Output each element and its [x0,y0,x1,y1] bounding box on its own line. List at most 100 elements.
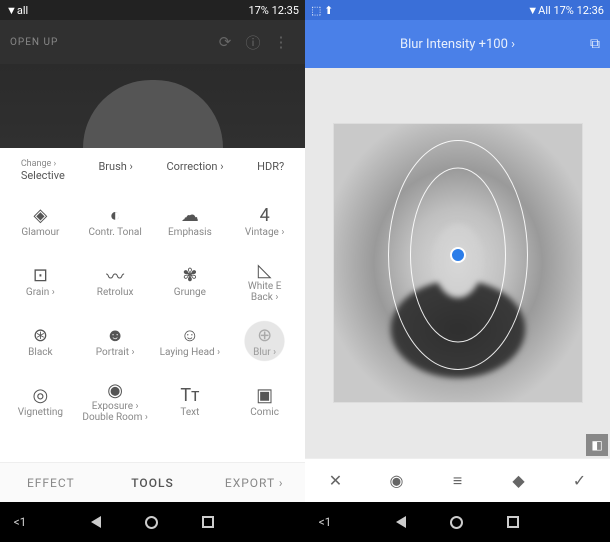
tool-label: Portrait › [96,347,135,358]
nav-counter: <1 [305,515,345,529]
preview-head [83,80,223,148]
tool-icon: ⊡ [33,265,48,287]
android-nav: <1 [305,502,610,542]
tool-correction[interactable]: Correction › [166,160,223,182]
tool-label: Exposure › Double Room › [82,401,147,423]
nav-home-icon[interactable] [145,516,158,529]
nav-counter: <1 [0,515,40,529]
tab-tools[interactable]: TOOLS [102,463,204,502]
tool-label: Emphasis [168,227,212,238]
tool-icon: ☁ [181,205,199,227]
tool-icon: ☻ [106,325,125,347]
editor-header: Blur Intensity +100 › ⧉ [305,20,610,68]
menu-icon[interactable]: ⋮ [267,33,295,51]
photo-preview [0,64,305,148]
tool-label: Text [180,407,199,418]
tool-icon: ▣ [256,385,273,407]
nav-home-icon[interactable] [450,516,463,529]
tool-white[interactable]: ◺White E Back › [228,252,301,310]
tool-label: Black [28,347,52,358]
status-carrier: ▼all [6,4,28,17]
tool-hdr[interactable]: HDR? [257,160,284,182]
tool-label: Retrolux [97,287,134,298]
blur-intensity-label: Blur Intensity +100 › [400,37,515,52]
tool-icon: 4 [260,205,270,227]
left-pane: ▼all 17% 12:35 OPEN UP ⟳ ⓘ ⋮ Change › Se… [0,0,305,542]
layers-icon[interactable]: ⟳ [211,33,239,51]
tool-label: Grain › [26,287,55,298]
upload-icon: ⬚ ⬆ [311,4,333,17]
tool-icon: ◉ [107,379,123,401]
tool-emphasis[interactable]: ☁Emphasis [154,192,227,250]
editor-toolbar: ✕ ◉ ≡ ◆ ✓ [305,458,610,502]
bookmark-icon[interactable]: ◧ [586,434,608,456]
focus-center-handle[interactable] [450,247,466,263]
tool-label: Vignetting [18,407,63,418]
tab-effect[interactable]: EFFECT [0,463,102,502]
tool-label: Contr. Tonal [88,227,141,238]
tool-row-top: Change › Selective Brush › Correction › … [4,154,301,192]
tool-icon: 〰 [106,265,124,287]
tool-label: Grunge [174,287,206,298]
adjust-button[interactable]: ≡ [427,459,488,502]
transition-button[interactable]: ◆ [488,459,549,502]
tool-label: Glamour [21,227,59,238]
info-icon[interactable]: ⓘ [239,32,267,53]
apply-button[interactable]: ✓ [549,459,610,502]
tool-blur[interactable]: ⊕Blur › [228,312,301,370]
right-pane: ⬚ ⬆ ▼All 17% 12:36 Blur Intensity +100 ›… [305,0,610,542]
tool-label: Vintage › [245,227,284,238]
photo[interactable] [333,123,583,403]
tool-brush[interactable]: Brush › [98,160,132,182]
editor-canvas[interactable]: ◧ [305,68,610,458]
status-time: 12:36 [577,4,604,17]
tool-label: Comic [250,407,279,418]
tool-icon: ⊛ [33,325,48,347]
tool-portrait[interactable]: ☻Portrait › [79,312,152,370]
tool-vintage[interactable]: 4Vintage › [228,192,301,250]
tool-vignetting[interactable]: ◎Vignetting [4,372,77,430]
tool-label: Blur › [253,347,276,358]
app-topbar: OPEN UP ⟳ ⓘ ⋮ [0,20,305,64]
nav-recent-icon[interactable] [202,516,214,529]
tab-export[interactable]: EXPORT › [203,463,305,502]
status-time: 12:35 [272,4,299,17]
cancel-button[interactable]: ✕ [305,459,366,502]
tool-retrolux[interactable]: 〰Retrolux [79,252,152,310]
nav-back-icon[interactable] [396,516,406,529]
tool-exposure[interactable]: ◉Exposure › Double Room › [79,372,152,430]
tool-icon: ✾ [182,265,197,287]
bottom-tabs: EFFECT TOOLS EXPORT › [0,462,305,502]
status-bar: ▼all 17% 12:35 [0,0,305,20]
tool-icon: ◎ [33,385,49,407]
tool-icon: ◈ [33,205,47,227]
status-bar: ⬚ ⬆ ▼All 17% 12:36 [305,0,610,20]
tool-icon: ◺ [258,259,272,281]
tool-icon: ◐ [110,205,121,227]
tool-selective[interactable]: Change › Selective [21,160,65,182]
android-nav: <1 [0,502,305,542]
tool-icon: Tᴛ [180,385,199,407]
tool-grunge[interactable]: ✾Grunge [154,252,227,310]
compare-icon[interactable]: ⧉ [590,36,600,52]
open-label[interactable]: OPEN UP [10,37,58,48]
tool-grain[interactable]: ⊡Grain › [4,252,77,310]
tool-laying[interactable]: ☺Laying Head › [154,312,227,370]
tools-panel: Change › Selective Brush › Correction › … [0,148,305,462]
tool-grid: ◈Glamour◐Contr. Tonal☁Emphasis4Vintage ›… [4,192,301,430]
nav-recent-icon[interactable] [507,516,519,529]
status-battery: 17% [248,4,268,17]
status-carrier: ▼All [527,4,550,17]
tool-label: Laying Head › [160,347,221,358]
tool-text[interactable]: TᴛText [154,372,227,430]
tool-comic[interactable]: ▣Comic [228,372,301,430]
tool-icon: ☺ [181,325,199,347]
status-battery: 17% [553,4,573,17]
nav-back-icon[interactable] [91,516,101,529]
tool-label: White E Back › [248,281,282,303]
shape-button[interactable]: ◉ [366,459,427,502]
tool-icon: ⊕ [257,325,272,347]
tool-contr.[interactable]: ◐Contr. Tonal [79,192,152,250]
tool-black[interactable]: ⊛Black [4,312,77,370]
tool-glamour[interactable]: ◈Glamour [4,192,77,250]
